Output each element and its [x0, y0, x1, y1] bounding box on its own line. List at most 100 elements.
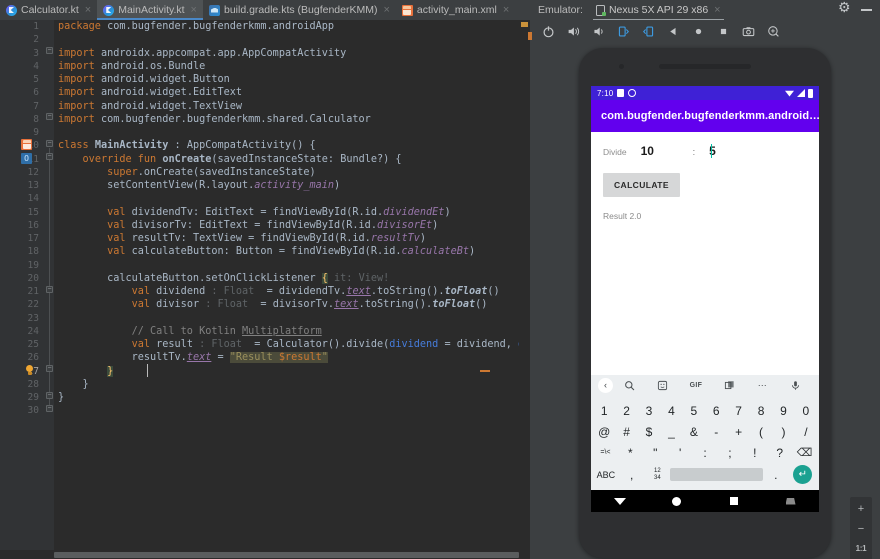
key-slash[interactable]: /	[795, 425, 817, 439]
key-hash[interactable]: #	[615, 425, 637, 439]
key-symbols-toggle[interactable]: =\<	[593, 449, 618, 456]
code-folding-gutter[interactable]: − − − − − − − −	[44, 20, 54, 550]
key-spacebar[interactable]	[670, 468, 763, 481]
power-button-icon[interactable]	[542, 25, 555, 38]
tab-calculator-kt[interactable]: Calculator.kt ×	[0, 0, 97, 20]
divisor-input[interactable]: 5	[705, 144, 757, 159]
key-7[interactable]: 7	[727, 404, 749, 418]
tab-close-icon[interactable]: ×	[191, 4, 197, 16]
key-colon[interactable]: :	[693, 446, 718, 460]
fold-marker-import-last[interactable]: −	[46, 113, 53, 120]
nav-back-button[interactable]	[591, 497, 648, 505]
key-4[interactable]: 4	[660, 404, 682, 418]
fold-marker-oncreate[interactable]: −	[46, 153, 53, 160]
zoom-out-button[interactable]: −	[852, 520, 870, 537]
emulator-device-tab[interactable]: Nexus 5X API 29 x86 ×	[591, 0, 726, 20]
keyboard-more-icon[interactable]: ⋯	[746, 380, 779, 391]
key-3[interactable]: 3	[638, 404, 660, 418]
fold-marker-listener[interactable]: −	[46, 286, 53, 293]
key-2[interactable]: 2	[615, 404, 637, 418]
keyboard-gif-icon[interactable]: GIF	[679, 382, 712, 389]
home-nav-icon[interactable]	[692, 25, 705, 38]
fold-marker-imports[interactable]: −	[46, 47, 53, 54]
intention-bulb-icon[interactable]	[24, 365, 35, 376]
keyboard-back-chevron-icon[interactable]: ‹	[598, 377, 613, 393]
key-paren-open[interactable]: (	[750, 425, 772, 439]
key-enter-wrapper[interactable]: ↵	[789, 465, 817, 484]
overview-nav-icon[interactable]	[717, 25, 730, 38]
key-ampersand[interactable]: &	[683, 425, 705, 439]
back-nav-icon[interactable]	[667, 25, 680, 38]
key-minus[interactable]: -	[705, 425, 727, 439]
key-question[interactable]: ?	[767, 446, 792, 460]
key-underscore[interactable]: _	[660, 425, 682, 439]
key-5[interactable]: 5	[683, 404, 705, 418]
phone-screen[interactable]: 7:10 com.bugfender.bugfenderkmm.android…	[591, 86, 819, 512]
fold-marker-oncreate-end[interactable]: −	[46, 392, 53, 399]
key-at[interactable]: @	[593, 425, 615, 439]
key-plus[interactable]: +	[727, 425, 749, 439]
extended-controls-icon[interactable]	[767, 25, 780, 38]
code-line-24: // Call to Kotlin Multiplatform	[131, 325, 322, 337]
line-number-gutter[interactable]: 1 2 3 4 5 6 7 8 9 10 11 12 13 14 15 16 1…	[0, 20, 44, 550]
rotate-left-icon[interactable]	[617, 25, 630, 38]
volume-up-icon[interactable]	[567, 25, 580, 38]
key-dollar[interactable]: $	[638, 425, 660, 439]
fold-marker-listener-end[interactable]: −	[46, 365, 53, 372]
code-editor-area[interactable]: 1 2 3 4 5 6 7 8 9 10 11 12 13 14 15 16 1…	[0, 20, 530, 550]
screenshot-camera-icon[interactable]	[742, 25, 755, 38]
key-0[interactable]: 0	[795, 404, 817, 418]
dividend-input[interactable]: 10	[637, 144, 689, 159]
key-enter-icon[interactable]: ↵	[793, 465, 813, 484]
fold-marker-class[interactable]: −	[46, 140, 53, 147]
emulator-device-view[interactable]: 7:10 com.bugfender.bugfenderkmm.android…	[530, 42, 880, 559]
key-backspace-icon[interactable]: ⌫	[792, 446, 817, 459]
code-line-12: super.onCreate(savedInstanceState)	[107, 166, 316, 178]
key-exclamation[interactable]: !	[742, 446, 767, 460]
keyboard-search-icon[interactable]	[613, 380, 646, 391]
class-marker-icon[interactable]	[21, 139, 32, 151]
editor-horizontal-scrollbar-area[interactable]	[0, 550, 530, 559]
nav-keyboard-button[interactable]	[762, 497, 819, 505]
tab-close-icon[interactable]: ×	[503, 4, 509, 16]
editor-horizontal-scrollbar[interactable]	[54, 551, 519, 558]
minimize-icon[interactable]	[861, 9, 872, 11]
tab-close-icon[interactable]: ×	[85, 4, 91, 16]
keyboard-clipboard-icon[interactable]	[713, 380, 746, 391]
key-1[interactable]: 1	[593, 404, 615, 418]
key-quote-double[interactable]: "	[643, 446, 668, 460]
key-quote-single[interactable]: '	[668, 446, 693, 460]
key-numeric-toggle[interactable]: 12 34	[645, 468, 671, 481]
soft-keyboard[interactable]: ‹ GIF ⋯ 1 2 3 4 5 6 7 8 9 0 @ # $ _ & - …	[591, 375, 819, 490]
keyboard-mic-icon[interactable]	[779, 380, 812, 391]
keyboard-sticker-icon[interactable]	[646, 380, 679, 391]
tab-build-gradle-kts[interactable]: build.gradle.kts (BugfenderKMM) ×	[203, 0, 396, 20]
key-6[interactable]: 6	[705, 404, 727, 418]
key-paren-close[interactable]: )	[772, 425, 794, 439]
key-semicolon[interactable]: ;	[717, 446, 742, 460]
key-asterisk[interactable]: *	[618, 446, 643, 460]
code-text[interactable]: package com.bugfender.bugfenderkmm.andro…	[54, 20, 530, 550]
calculate-button[interactable]: CALCULATE	[603, 173, 680, 197]
tab-mainactivity-kt[interactable]: MainActivity.kt ×	[97, 0, 203, 20]
volume-down-icon[interactable]	[592, 25, 605, 38]
key-8[interactable]: 8	[750, 404, 772, 418]
device-tab-close-icon[interactable]: ×	[714, 4, 720, 16]
scrollbar-warning-marker[interactable]	[521, 22, 528, 27]
nav-home-button[interactable]	[648, 496, 705, 506]
nav-recents-button[interactable]	[705, 497, 762, 505]
key-abc-toggle[interactable]: ABC	[593, 470, 619, 480]
key-9[interactable]: 9	[772, 404, 794, 418]
tab-close-icon[interactable]: ×	[383, 4, 389, 16]
tab-activity-main-xml[interactable]: activity_main.xml ×	[396, 0, 515, 20]
divisor-value: 5	[709, 144, 716, 158]
key-period[interactable]: .	[763, 468, 789, 482]
override-marker-icon[interactable]: O	[21, 152, 32, 164]
fold-marker-class-end[interactable]: −	[46, 405, 53, 412]
settings-gear-icon[interactable]	[838, 0, 851, 16]
rotate-right-icon[interactable]	[642, 25, 655, 38]
editor-vertical-scrollbar[interactable]	[519, 20, 530, 550]
zoom-in-button[interactable]: +	[852, 500, 870, 517]
zoom-actual-size-button[interactable]: 1:1	[852, 540, 870, 557]
key-comma[interactable]: ,	[619, 468, 645, 482]
